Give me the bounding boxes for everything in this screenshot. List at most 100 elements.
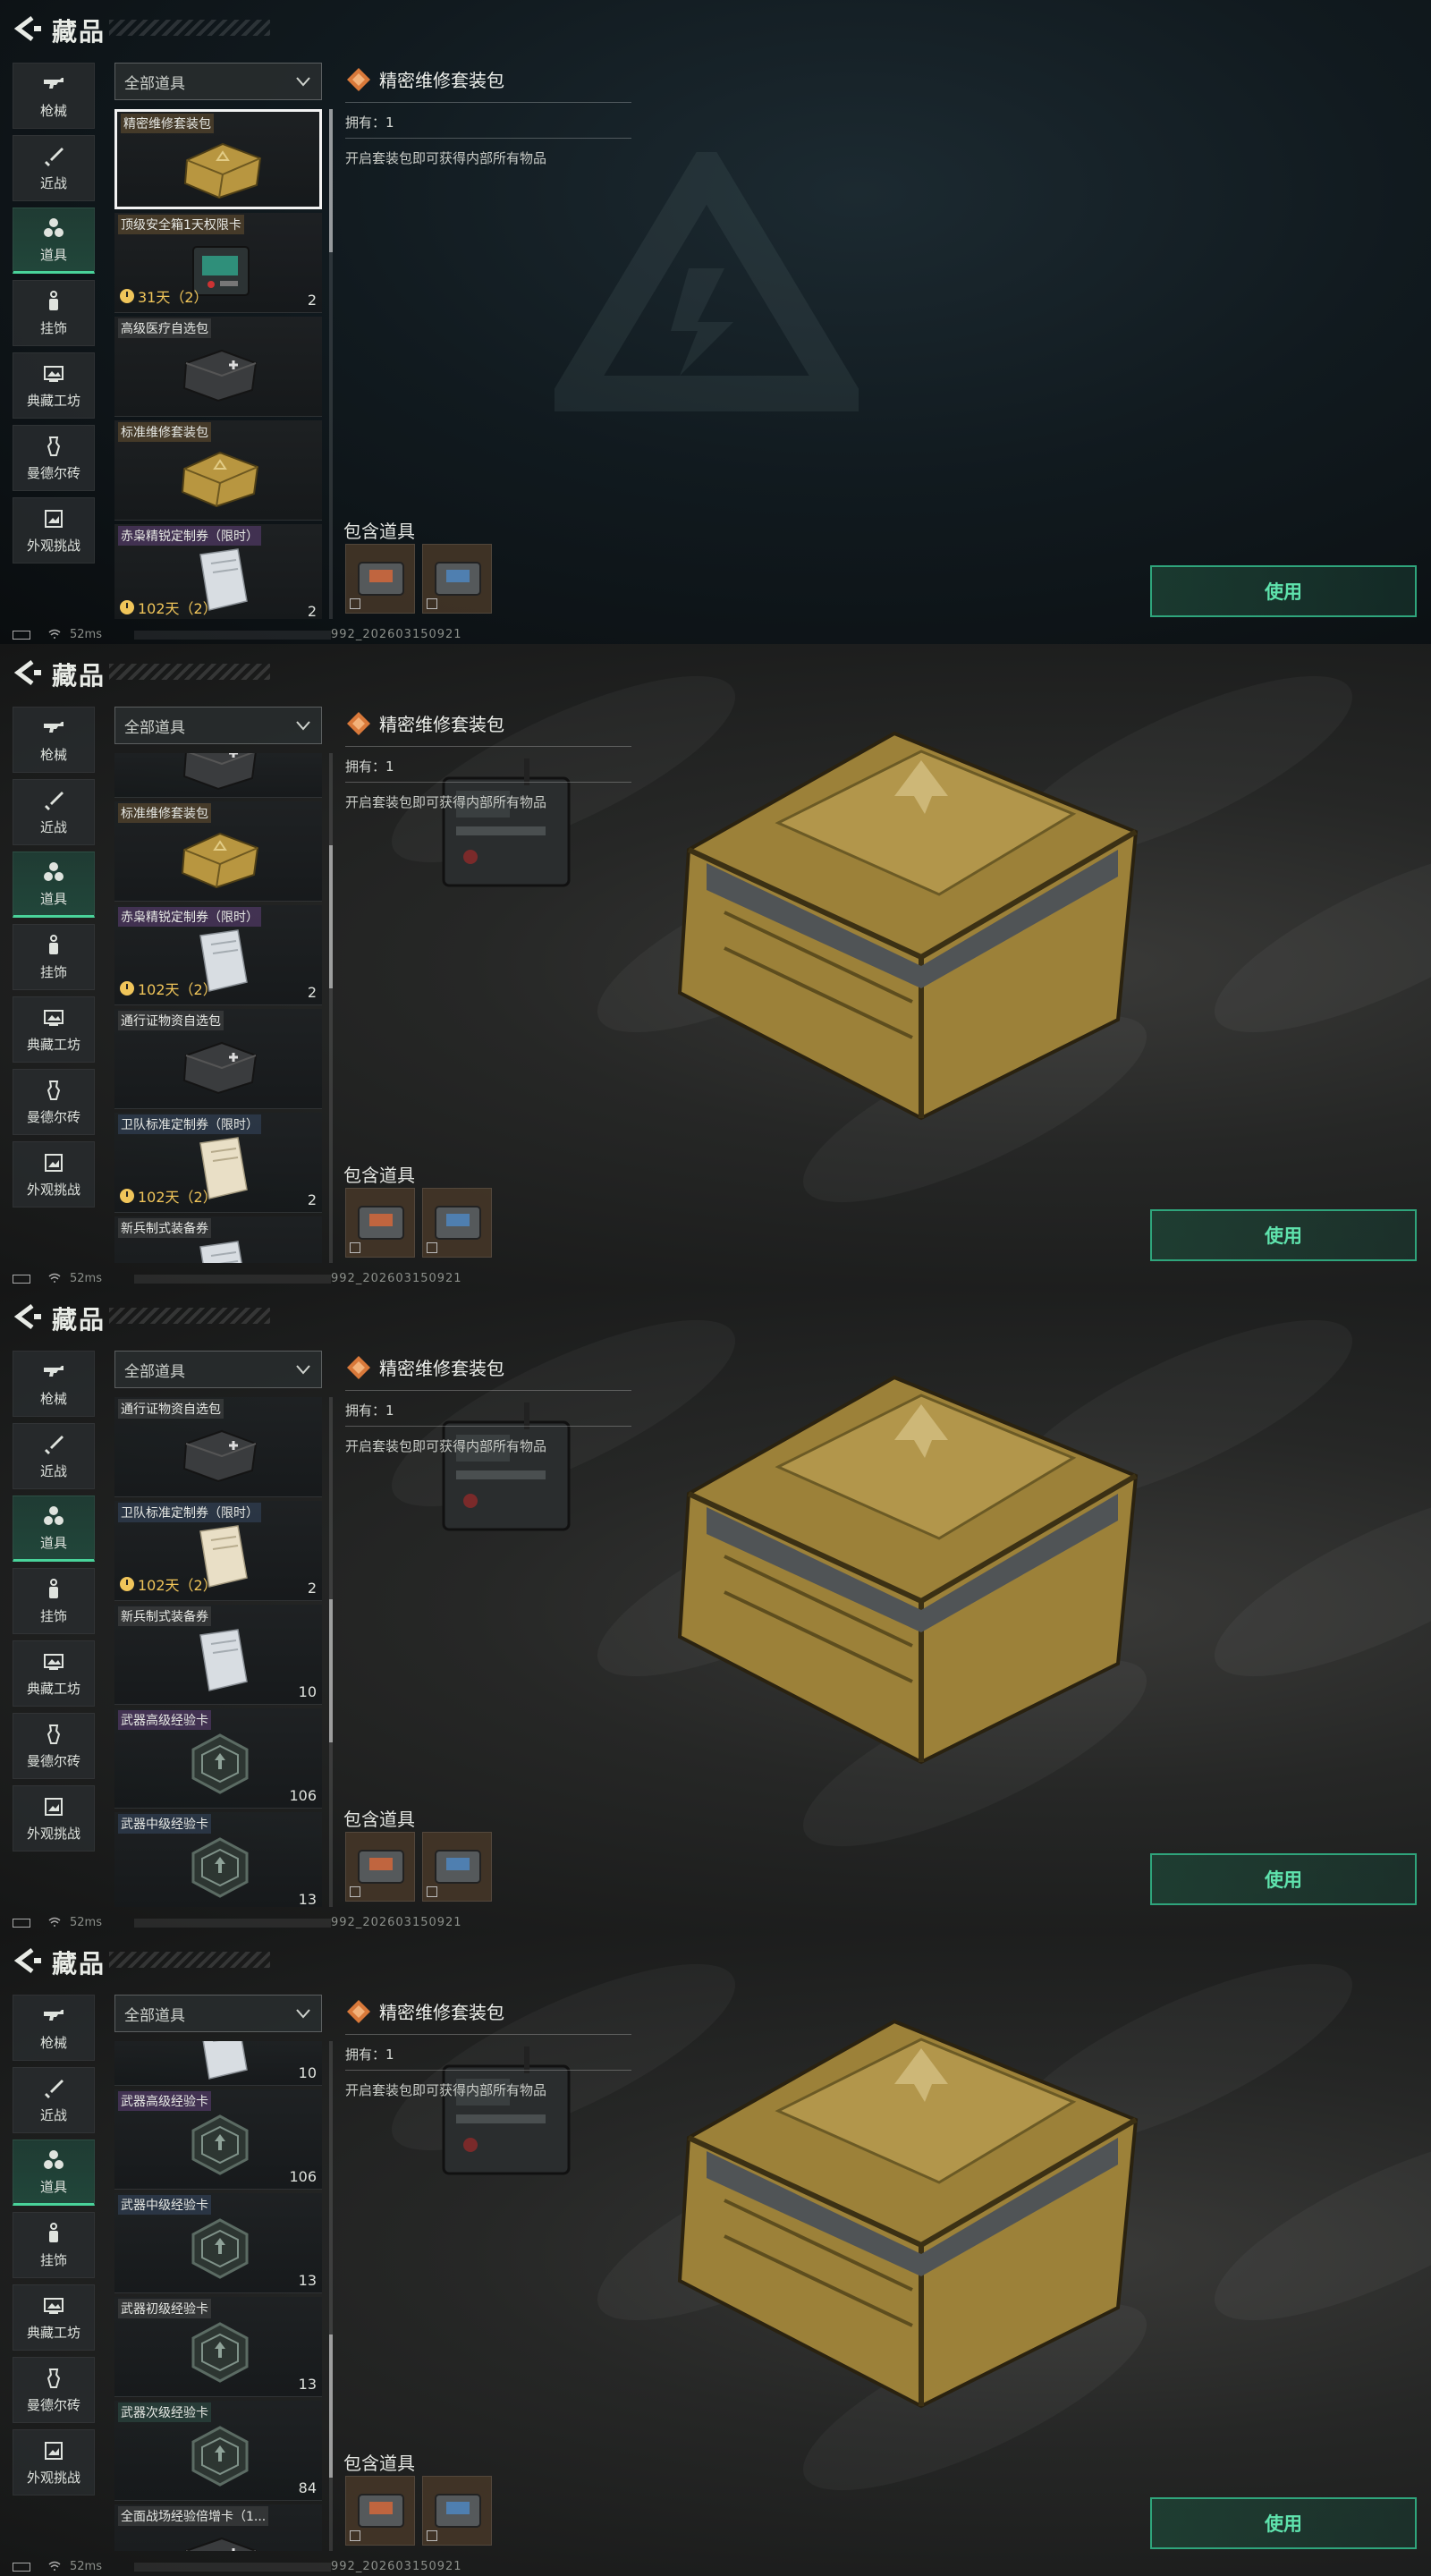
contained-item-2[interactable] — [422, 1188, 492, 1258]
contained-item-2[interactable] — [422, 2476, 492, 2546]
list-item[interactable]: 通行证物资自选包 — [114, 1397, 322, 1497]
scrollbar-thumb[interactable] — [329, 845, 333, 988]
list-item[interactable]: 通行证物资自选包 — [114, 1009, 322, 1109]
item-filter-dropdown[interactable]: 全部道具 — [114, 707, 322, 744]
item-filter-dropdown[interactable]: 全部道具 — [114, 1995, 322, 2032]
back-button[interactable] — [11, 1946, 43, 1975]
item-description: 开启套装包即可获得内部所有物品 — [345, 150, 547, 166]
contained-item-2[interactable] — [422, 544, 492, 614]
sidebar-item-6[interactable]: 外观挑战 — [13, 2429, 95, 2496]
use-button[interactable]: 使用 — [1150, 1853, 1417, 1905]
list-item[interactable]: 武器初级经验卡 13 — [114, 2297, 322, 2397]
use-button[interactable]: 使用 — [1150, 565, 1417, 617]
list-item[interactable]: 赤枭精锐定制券（限时） 102天（2） 2 — [114, 524, 322, 619]
list-item[interactable]: 高级医疗自选包 — [114, 317, 322, 417]
wifi-icon — [48, 629, 61, 640]
screen-2: 藏品 枪械 近战 道具 挂饰 典藏工坊 曼德尔砖 外观挑战 全部道具 标准维修套装包 赤枭精锐定制券… — [0, 644, 1431, 1288]
sidebar-item-label: 典藏工坊 — [26, 2324, 80, 2341]
back-arrow-icon — [13, 660, 41, 685]
list-item[interactable] — [114, 753, 322, 798]
divider — [345, 102, 631, 103]
list-item[interactable]: 全面战场经验倍增卡（1... — [114, 2504, 322, 2551]
list-item[interactable]: 武器中级经验卡 13 — [114, 1812, 322, 1907]
sidebar-item-0[interactable]: 枪械 — [13, 63, 95, 129]
sidebar-item-1[interactable]: 近战 — [13, 135, 95, 201]
sidebar-item-0[interactable]: 枪械 — [13, 1995, 95, 2061]
list-item[interactable]: 顶级安全箱1天权限卡 31天（2） 2 — [114, 213, 322, 313]
item-name: 全面战场经验倍增卡（1... — [118, 2506, 269, 2526]
list-item[interactable]: 10 — [114, 2041, 322, 2086]
scrollbar-thumb[interactable] — [329, 1599, 333, 1742]
sidebar-item-2[interactable]: 道具 — [13, 1496, 95, 1562]
sidebar-item-4[interactable]: 典藏工坊 — [13, 996, 95, 1063]
list-item[interactable]: 标准维修套装包 — [114, 420, 322, 521]
item-name: 武器高级经验卡 — [118, 1710, 211, 1730]
sidebar-item-6[interactable]: 外观挑战 — [13, 1141, 95, 1208]
list-scrollbar[interactable] — [329, 109, 333, 619]
item-filter-dropdown[interactable]: 全部道具 — [114, 1351, 322, 1388]
list-item[interactable]: 卫队标准定制券（限时） 102天（2） 2 — [114, 1113, 322, 1213]
contained-item-2[interactable] — [422, 1832, 492, 1902]
clock-icon — [120, 1577, 134, 1591]
sidebar-item-1[interactable]: 近战 — [13, 779, 95, 845]
list-item[interactable]: 赤枭精锐定制券（限时） 102天（2） 2 — [114, 905, 322, 1005]
sidebar-item-1[interactable]: 近战 — [13, 2067, 95, 2133]
list-scrollbar[interactable] — [329, 1397, 333, 1907]
sidebar-item-3[interactable]: 挂饰 — [13, 924, 95, 990]
list-item[interactable]: 武器高级经验卡 106 — [114, 2089, 322, 2190]
back-button[interactable] — [11, 1302, 43, 1331]
sidebar-item-3[interactable]: 挂饰 — [13, 2212, 95, 2278]
item-name: 精密维修套装包 — [121, 114, 214, 133]
sidebar-item-2[interactable]: 道具 — [13, 852, 95, 918]
sidebar-item-0[interactable]: 枪械 — [13, 1351, 95, 1417]
back-button[interactable] — [11, 658, 43, 687]
sidebar-item-2[interactable]: 道具 — [13, 208, 95, 274]
sidebar-item-6[interactable]: 外观挑战 — [13, 1785, 95, 1852]
workshop-icon — [42, 2294, 65, 2318]
list-item[interactable]: 武器中级经验卡 13 — [114, 2193, 322, 2293]
sidebar-item-4[interactable]: 典藏工坊 — [13, 2284, 95, 2351]
item-filter-dropdown[interactable]: 全部道具 — [114, 63, 322, 100]
divider — [345, 138, 631, 139]
brick-icon — [42, 435, 65, 458]
list-scrollbar[interactable] — [329, 2041, 333, 2551]
contained-item-1[interactable] — [345, 1188, 415, 1258]
sidebar-item-6[interactable]: 外观挑战 — [13, 497, 95, 564]
sidebar-item-2[interactable]: 道具 — [13, 2140, 95, 2206]
item-count: 2 — [307, 603, 317, 619]
list-item[interactable]: 武器高级经验卡 106 — [114, 1708, 322, 1809]
list-item[interactable]: 新兵制式装备券 10 — [114, 1605, 322, 1705]
gun-icon — [42, 716, 65, 740]
scrollbar-thumb[interactable] — [329, 109, 333, 252]
sidebar-item-4[interactable]: 典藏工坊 — [13, 1640, 95, 1707]
knife-icon — [42, 145, 65, 168]
charm-icon — [42, 934, 65, 957]
back-button[interactable] — [11, 14, 43, 43]
list-item[interactable]: 新兵制式装备券 — [114, 1216, 322, 1263]
list-item[interactable]: 标准维修套装包 — [114, 801, 322, 902]
sidebar-item-4[interactable]: 典藏工坊 — [13, 352, 95, 419]
contained-item-1[interactable] — [345, 1832, 415, 1902]
sidebar-item-5[interactable]: 曼德尔砖 — [13, 2357, 95, 2423]
page-title: 藏品 — [52, 17, 106, 47]
list-item[interactable]: 武器次级经验卡 84 — [114, 2401, 322, 2501]
radio-device-prop — [435, 751, 578, 894]
item-count: 2 — [307, 1191, 317, 1208]
sidebar-item-3[interactable]: 挂饰 — [13, 1568, 95, 1634]
contained-item-1[interactable] — [345, 2476, 415, 2546]
contained-item-1[interactable] — [345, 544, 415, 614]
use-button[interactable]: 使用 — [1150, 2497, 1417, 2549]
use-button[interactable]: 使用 — [1150, 1209, 1417, 1261]
sidebar-item-5[interactable]: 曼德尔砖 — [13, 1713, 95, 1779]
sidebar-item-label: 挂饰 — [39, 2251, 67, 2268]
sidebar-item-1[interactable]: 近战 — [13, 1423, 95, 1489]
item-count: 10 — [298, 1683, 317, 1700]
scrollbar-thumb[interactable] — [329, 2334, 333, 2478]
sidebar-item-0[interactable]: 枪械 — [13, 707, 95, 773]
sidebar-item-5[interactable]: 曼德尔砖 — [13, 425, 95, 491]
list-item[interactable]: 卫队标准定制券（限时） 102天（2） 2 — [114, 1501, 322, 1601]
sidebar-item-5[interactable]: 曼德尔砖 — [13, 1069, 95, 1135]
list-scrollbar[interactable] — [329, 753, 333, 1263]
sidebar-item-3[interactable]: 挂饰 — [13, 280, 95, 346]
list-item[interactable]: 精密维修套装包 — [114, 109, 322, 209]
